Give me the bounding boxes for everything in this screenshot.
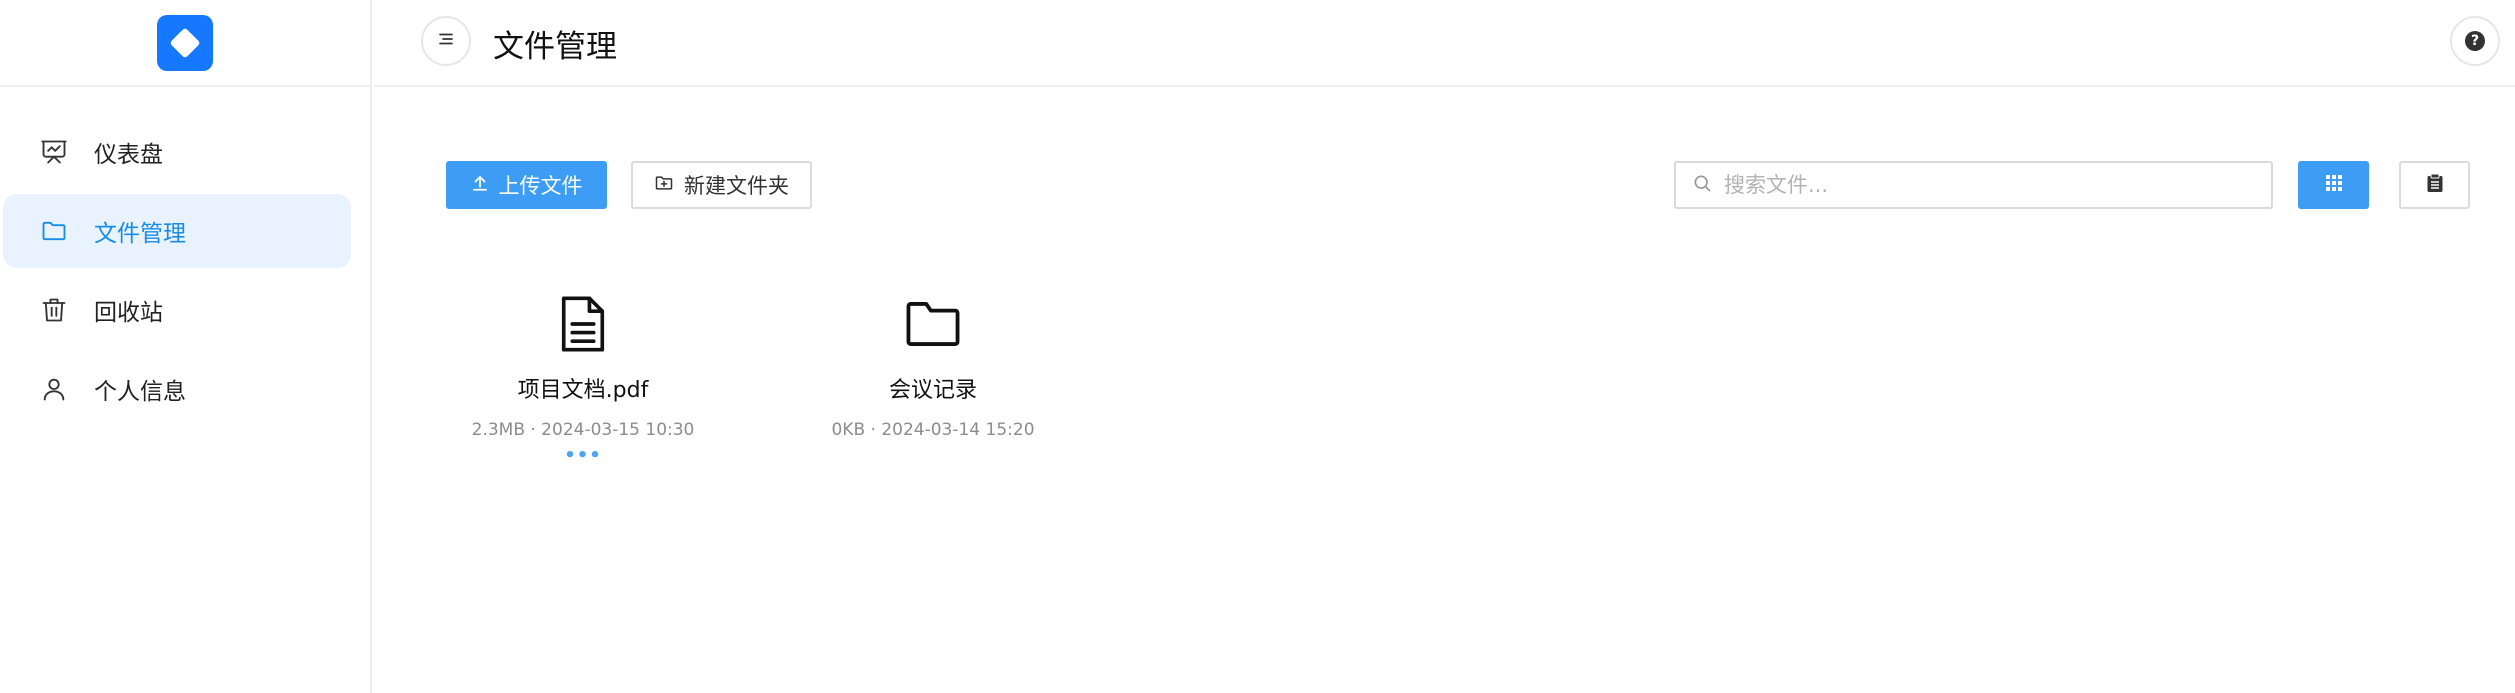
upload-label: 上传文件	[498, 174, 583, 198]
sidebar-item-label: 回收站	[94, 300, 163, 326]
file-name: 项目文档.pdf	[517, 378, 649, 403]
clipboard-list-icon	[2426, 173, 2444, 197]
upload-icon	[471, 173, 489, 197]
folder-name: 会议记录	[888, 378, 977, 403]
document-icon	[463, 290, 703, 358]
trash-icon	[39, 295, 69, 325]
sidebar-nav: 仪表盘 文件管理 回收站 个人信息	[0, 87, 370, 426]
folder-icon	[39, 216, 69, 246]
sidebar-item-files[interactable]: 文件管理	[3, 194, 351, 268]
more-options-button[interactable]: •••	[463, 447, 703, 465]
file-meta: 2.3MB · 2024-03-15 10:30	[471, 420, 695, 440]
new-folder-label: 新建文件夹	[684, 174, 789, 198]
diamond-icon	[169, 26, 201, 59]
sidebar-item-label: 仪表盘	[94, 142, 163, 168]
menu-icon	[437, 30, 455, 52]
grid-view-button[interactable]	[2298, 161, 2369, 209]
sidebar-item-label: 文件管理	[94, 221, 186, 247]
search-icon	[1692, 173, 1712, 197]
help-button[interactable]: ?	[2450, 16, 2500, 66]
folder-icon	[813, 290, 1053, 358]
user-icon	[39, 374, 69, 404]
folder-meta: 0KB · 2024-03-14 15:20	[831, 420, 1035, 440]
search-input[interactable]	[1724, 173, 2244, 197]
sidebar-item-label: 个人信息	[94, 379, 186, 405]
menu-toggle-button[interactable]	[421, 16, 471, 66]
sidebar: 仪表盘 文件管理 回收站 个人信息	[0, 0, 372, 693]
folder-card[interactable]: 会议记录 0KB · 2024-03-14 15:20	[813, 290, 1053, 440]
sidebar-item-trash[interactable]: 回收站	[3, 273, 351, 347]
list-view-button[interactable]	[2399, 161, 2470, 209]
page-title: 文件管理	[493, 29, 617, 65]
upload-button[interactable]: 上传文件	[446, 161, 607, 209]
folder-plus-icon	[654, 173, 674, 198]
sidebar-item-profile[interactable]: 个人信息	[3, 352, 351, 426]
grid-view-icon	[2325, 174, 2343, 196]
new-folder-button[interactable]: 新建文件夹	[631, 161, 812, 209]
search-box[interactable]	[1674, 161, 2273, 209]
top-header: 文件管理 ?	[374, 0, 2515, 87]
sidebar-item-dashboard[interactable]: 仪表盘	[3, 115, 351, 189]
app-logo[interactable]	[157, 14, 213, 71]
file-card[interactable]: 项目文档.pdf 2.3MB · 2024-03-15 10:30 •••	[463, 290, 703, 465]
logo-area	[0, 0, 370, 87]
help-icon: ?	[2465, 31, 2485, 51]
presentation-chart-icon	[39, 137, 69, 167]
